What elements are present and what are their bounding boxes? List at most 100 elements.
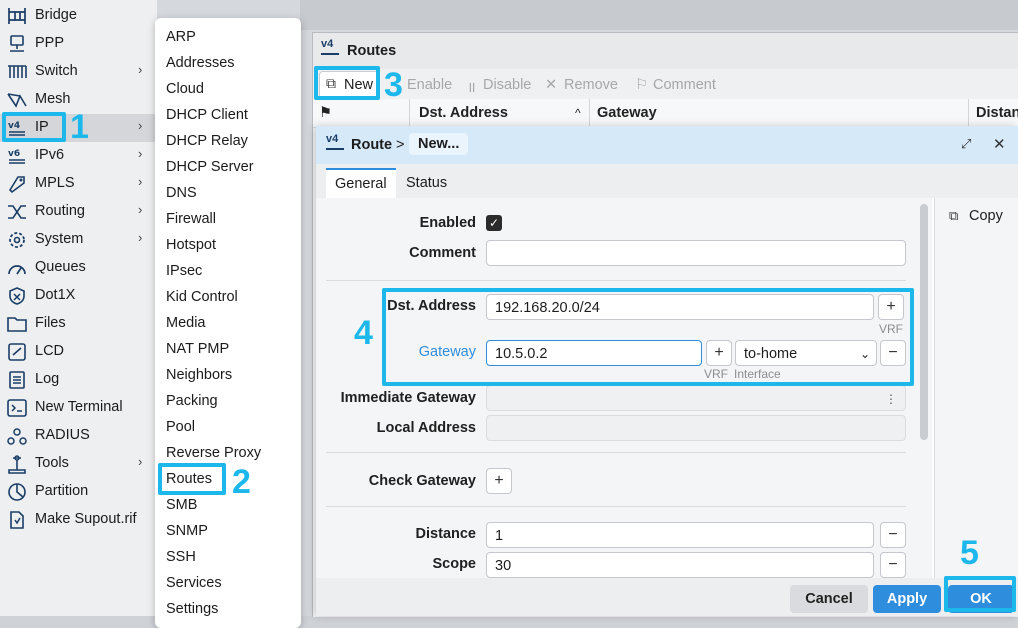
ipv4-icon-underline [326,148,344,150]
route-dialog-side-actions: ⧉ Copy [934,198,1018,578]
ipv6-icon: v6 [8,149,25,164]
ip-menu-item[interactable]: Reverse Proxy [166,445,261,461]
sort-asc-icon: ^ [575,106,581,120]
ip-menu-item[interactable]: Pool [166,419,195,435]
check-gateway-add-button[interactable]: + [486,468,512,494]
workspace-top-strip [300,0,1018,30]
sidebar-item-system[interactable]: System › [0,226,157,254]
local-address-field [486,415,906,441]
distance-remove-button[interactable]: − [880,522,906,548]
ip-menu-item[interactable]: DNS [166,185,197,201]
sidebar-item-label: Tools [35,455,69,471]
gear-icon [9,232,25,248]
sidebar-item-label: RADIUS [35,427,90,443]
sidebar-item-dot1x[interactable]: Dot1X [0,282,157,310]
sidebar-item-new-terminal[interactable]: New Terminal [0,394,157,422]
scope-label: Scope [432,556,476,572]
ip-menu-item[interactable]: SNMP [166,523,208,539]
ip-menu-item[interactable]: Media [166,315,206,331]
ip-menu-item[interactable]: DHCP Server [166,159,254,175]
enable-button[interactable]: Enable [407,77,452,93]
pause-icon: ॥ [467,80,476,96]
tab-status[interactable]: Status [397,168,456,198]
ip-menu-item[interactable]: IPsec [166,263,202,279]
ip-menu-item[interactable]: SSH [166,549,196,565]
form-scrollbar[interactable] [920,204,928,440]
chevron-right-icon: › [138,454,143,469]
ip-menu-item[interactable]: Hotspot [166,237,216,253]
sidebar-item-label: IPv6 [35,147,65,163]
sidebar-item-partition[interactable]: Partition [0,478,157,506]
column-gateway[interactable]: Gateway [597,105,657,121]
chevron-right-icon: › [138,174,143,189]
ip-menu-item[interactable]: SMB [166,497,197,513]
callout-number-3: 3 [384,66,403,104]
callout-number-2: 2 [232,463,251,501]
sidebar-item-switch[interactable]: Switch › [0,58,157,86]
lcd-icon [8,343,26,361]
ip-menu-item[interactable]: DHCP Client [166,107,248,123]
sidebar-item-label: Dot1X [35,287,76,303]
sidebar-item-tools[interactable]: Tools › [0,450,157,478]
sidebar-item-lcd[interactable]: LCD [0,338,157,366]
supout-icon [10,511,24,529]
section-divider [326,280,906,281]
ip-menu-item[interactable]: Packing [166,393,218,409]
ip-menu-item[interactable]: NAT PMP [166,341,229,357]
ip-menu-item[interactable]: Settings [166,601,218,617]
column-distance[interactable]: Distanc [976,105,1018,121]
ip-menu-item[interactable]: Neighbors [166,367,232,383]
copy-button[interactable]: Copy [969,208,1003,224]
ip-menu-item[interactable]: DHCP Relay [166,133,248,149]
close-icon[interactable]: ✕ [993,135,1006,153]
sidebar-item-label: Bridge [35,7,77,23]
section-divider [326,506,906,507]
sidebar-item-routing[interactable]: Routing › [0,198,157,226]
sidebar-item-files[interactable]: Files [0,310,157,338]
sidebar-item-label: System [35,231,84,247]
ip-menu-item[interactable]: Addresses [166,55,235,71]
sidebar-item-ipv6[interactable]: v6 IPv6 › [0,142,157,170]
routing-icon [8,205,26,219]
sidebar-item-log[interactable]: Log [0,366,157,394]
distance-field[interactable]: 1 [486,522,874,548]
scope-remove-button[interactable]: − [880,552,906,578]
flag-icon: ⚑ [319,105,332,121]
enabled-checkbox[interactable]: ✓ [486,215,502,231]
local-address-label: Local Address [376,420,476,436]
sidebar-item-make-supout[interactable]: Make Supout.rif [0,506,157,534]
cancel-button[interactable]: Cancel [790,585,868,613]
scope-field[interactable]: 30 [486,552,874,578]
sidebar-item-radius[interactable]: RADIUS [0,422,157,450]
sidebar-item-ppp[interactable]: PPP [0,30,157,58]
ip-menu-item[interactable]: Firewall [166,211,216,227]
callout-number-4: 4 [354,314,373,352]
sidebar-item-queues[interactable]: Queues [0,254,157,282]
chevron-right-icon: › [138,118,143,133]
sidebar-item-mpls[interactable]: MPLS › [0,170,157,198]
breadcrumb-root[interactable]: Route [351,137,392,153]
radius-icon [7,428,27,445]
ip-menu-item[interactable]: Cloud [166,81,204,97]
ip-menu-item[interactable]: ARP [166,29,196,45]
sidebar-item-label: Routing [35,203,85,219]
disable-button[interactable]: Disable [483,77,531,93]
apply-button[interactable]: Apply [873,585,941,613]
ip-menu-item[interactable]: Kid Control [166,289,238,305]
immediate-gateway-field: ⋮ [486,385,906,411]
chevron-right-icon: › [138,230,143,245]
tab-general[interactable]: General [326,168,396,200]
flag-icon: ⚐ [635,77,648,93]
sidebar-item-label: Files [35,315,66,331]
remove-button[interactable]: Remove [564,77,618,93]
routes-window-titlebar: v4 Routes [313,33,1018,69]
sidebar-item-bridge[interactable]: Bridge [0,2,157,30]
log-icon [9,371,25,389]
maximize-icon[interactable]: ⤢ [961,136,971,152]
ip-menu-item[interactable]: Services [166,575,222,591]
sidebar-item-label: PPP [35,35,65,51]
comment-field[interactable] [486,240,906,266]
comment-button[interactable]: Comment [653,77,716,93]
sidebar-item-label: Partition [35,483,89,499]
column-dst-address[interactable]: Dst. Address [419,105,508,121]
